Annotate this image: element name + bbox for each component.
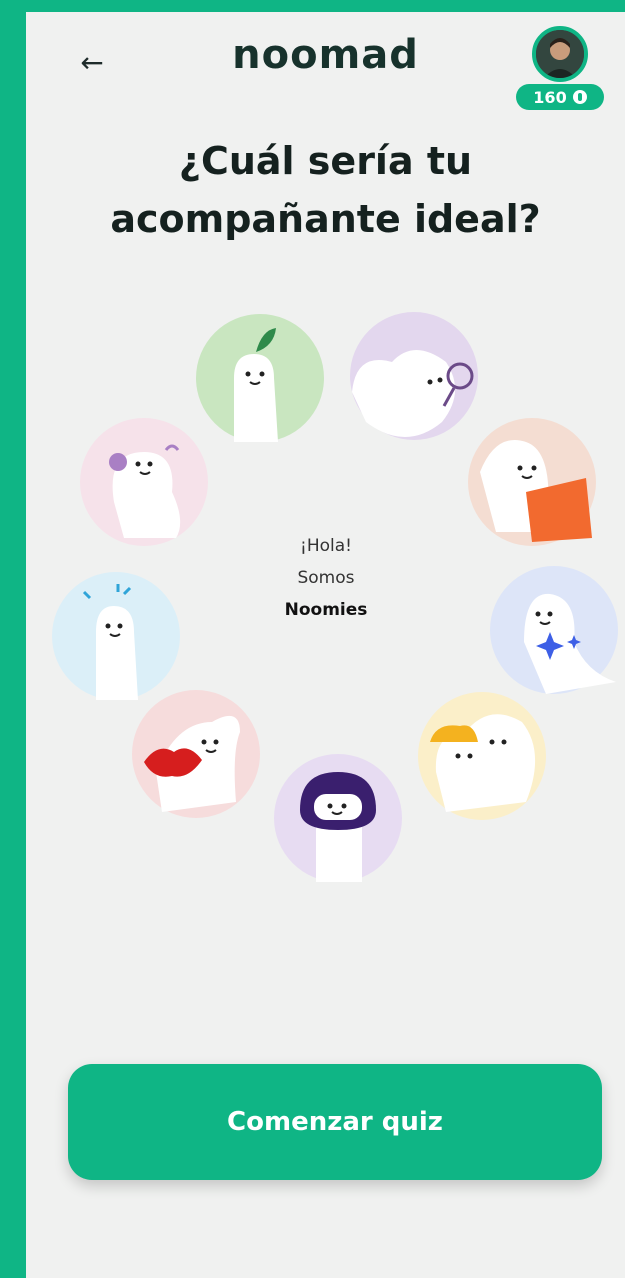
lips-noomie xyxy=(132,690,260,818)
coin-icon xyxy=(572,90,587,104)
leaf-noomie xyxy=(196,314,324,442)
greeting-line-1: ¡Hola! xyxy=(300,536,352,556)
noomies-ring: ¡Hola! Somos Noomies xyxy=(26,302,625,902)
greeting-line-3: Noomies xyxy=(284,600,368,620)
flower-noomie xyxy=(80,418,208,546)
header: ← noomad 160 xyxy=(26,12,625,112)
avatar xyxy=(532,26,588,82)
helmet-noomie xyxy=(274,754,402,882)
app-screen: ← noomad 160 ¿Cuál sería tu acompañante … xyxy=(26,12,625,1278)
sparkle-noomie xyxy=(490,566,618,694)
page-title-line-1: ¿Cuál sería tu xyxy=(178,139,473,183)
hat-noomie xyxy=(418,692,546,820)
points-badge: 160 xyxy=(516,84,604,110)
greeting-line-2: Somos xyxy=(297,568,355,588)
page-title: ¿Cuál sería tu acompañante ideal? xyxy=(46,132,605,248)
points-value: 160 xyxy=(533,87,567,107)
start-quiz-button[interactable]: Comenzar quiz xyxy=(68,1064,602,1180)
profile-button[interactable]: 160 xyxy=(516,26,606,110)
blue-noomie xyxy=(52,572,180,700)
page-title-line-2: acompañante ideal? xyxy=(110,197,541,241)
magnifier-noomie xyxy=(350,312,478,440)
greeting-text: ¡Hola! Somos Noomies xyxy=(226,530,426,626)
avatar-photo-icon xyxy=(536,30,584,78)
book-noomie xyxy=(468,418,596,546)
